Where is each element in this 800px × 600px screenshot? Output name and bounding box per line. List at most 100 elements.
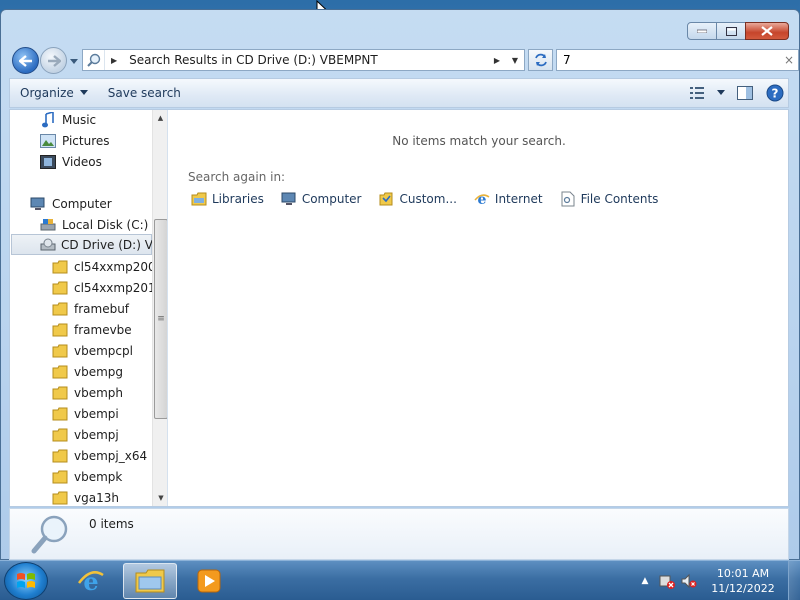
volume-muted-icon[interactable] bbox=[678, 571, 700, 591]
breadcrumb-arrow-icon[interactable]: ▶ bbox=[111, 56, 117, 65]
address-bar[interactable]: ▶ Search Results in CD Drive (D:) VBEMPN… bbox=[82, 49, 525, 71]
sidebar-item-framebuf[interactable]: framebuf bbox=[51, 298, 129, 319]
breadcrumb[interactable]: Search Results in CD Drive (D:) VBEMPNT bbox=[123, 53, 488, 67]
sidebar-item-vbempg[interactable]: vbempg bbox=[51, 361, 123, 382]
search-again-file-contents-label: File Contents bbox=[580, 192, 659, 206]
help-icon: ? bbox=[766, 84, 784, 102]
view-controls: ? bbox=[680, 79, 788, 107]
sidebar-item-vbempj-x64[interactable]: vbempj_x64 bbox=[51, 445, 147, 466]
search-again-custom[interactable]: Custom... bbox=[377, 191, 457, 207]
system-tray: ▲ 10:01 AM 11/12/2022 bbox=[634, 561, 800, 600]
folder-icon bbox=[51, 385, 69, 401]
clock-date: 11/12/2022 bbox=[711, 582, 775, 595]
close-button[interactable] bbox=[745, 22, 789, 40]
back-arrow-icon bbox=[18, 54, 32, 67]
start-button[interactable] bbox=[4, 562, 48, 600]
sidebar-item-videos[interactable]: Videos bbox=[39, 151, 102, 172]
maximize-icon bbox=[725, 26, 737, 36]
close-icon bbox=[761, 26, 773, 36]
scrollbar-thumb[interactable]: ≡ bbox=[154, 219, 167, 419]
sidebar-item-label: vbemph bbox=[74, 385, 124, 400]
sidebar-item-vbempj[interactable]: vbempj bbox=[51, 424, 119, 445]
sidebar-item-label: Computer bbox=[52, 196, 112, 211]
show-desktop-button[interactable] bbox=[788, 561, 800, 600]
search-again-file-contents[interactable]: File Contents bbox=[559, 191, 659, 207]
maximize-button[interactable] bbox=[716, 22, 746, 40]
navigation-scrollbar[interactable]: ▲ ≡ ▼ bbox=[152, 110, 167, 506]
pictures-icon bbox=[39, 133, 57, 149]
sidebar-item-label: vbempj_x64 bbox=[74, 448, 148, 463]
sidebar-item-local-disk[interactable]: Local Disk (C:) bbox=[39, 214, 148, 235]
libraries-icon bbox=[190, 191, 208, 207]
back-button[interactable] bbox=[12, 47, 39, 74]
search-magnifier-icon bbox=[31, 515, 68, 554]
breadcrumb-arrow-icon[interactable]: ▶ bbox=[494, 56, 500, 65]
taskbar-media-player[interactable] bbox=[182, 563, 236, 599]
search-again-libraries-label: Libraries bbox=[212, 192, 264, 206]
search-again-custom-label: Custom... bbox=[399, 192, 457, 206]
caption-buttons bbox=[687, 22, 789, 40]
refresh-button[interactable] bbox=[528, 49, 553, 71]
search-again-libraries[interactable]: Libraries bbox=[190, 191, 264, 207]
search-input[interactable] bbox=[563, 53, 780, 67]
sidebar-item-music[interactable]: Music bbox=[39, 110, 96, 130]
sidebar-item-vbempi[interactable]: vbempi bbox=[51, 403, 119, 424]
sidebar-item-label: framevbe bbox=[74, 322, 132, 337]
sidebar-item-label: vbempj bbox=[74, 427, 119, 442]
folder-icon bbox=[51, 343, 69, 359]
address-dropdown-icon[interactable]: ▼ bbox=[506, 56, 524, 65]
sidebar-item-cl54xxmp2015[interactable]: cl54xxmp2015 bbox=[51, 277, 163, 298]
folder-icon bbox=[51, 427, 69, 443]
search-results-icon bbox=[83, 50, 105, 70]
search-again-internet[interactable]: e Internet bbox=[473, 191, 543, 207]
taskbar-windows-explorer[interactable] bbox=[123, 563, 177, 599]
sidebar-item-framevbe[interactable]: framevbe bbox=[51, 319, 132, 340]
sidebar-item-vbemph[interactable]: vbemph bbox=[51, 382, 123, 403]
search-box[interactable]: × bbox=[556, 49, 799, 71]
sidebar-item-vbempcpl[interactable]: vbempcpl bbox=[51, 340, 133, 361]
file-contents-icon bbox=[559, 191, 577, 207]
sidebar-item-cl54xxmp2009[interactable]: cl54xxmp2009 bbox=[51, 256, 163, 277]
sidebar-item-vbempk[interactable]: vbempk bbox=[51, 466, 122, 487]
recent-pages-dropdown[interactable] bbox=[69, 56, 79, 66]
taskbar-internet-explorer[interactable]: e bbox=[64, 563, 118, 599]
change-view-button[interactable] bbox=[684, 82, 710, 104]
item-count: 0 items bbox=[89, 517, 134, 531]
minimize-icon bbox=[697, 29, 707, 33]
scroll-up-icon[interactable]: ▲ bbox=[153, 110, 167, 126]
results-pane: No items match your search. Search again… bbox=[170, 110, 788, 506]
action-center-icon[interactable] bbox=[656, 571, 678, 591]
sidebar-item-pictures[interactable]: Pictures bbox=[39, 130, 110, 151]
folder-icon bbox=[51, 322, 69, 338]
save-search-button[interactable]: Save search bbox=[98, 79, 191, 107]
sidebar-item-computer[interactable]: Computer bbox=[29, 193, 112, 214]
sidebar-item-label: cl54xxmp2015 bbox=[74, 280, 164, 295]
preview-pane-button[interactable] bbox=[732, 82, 758, 104]
show-hidden-icons-button[interactable]: ▲ bbox=[634, 571, 656, 591]
windows-logo-icon bbox=[17, 573, 35, 588]
media-player-icon bbox=[197, 569, 221, 593]
svg-text:?: ? bbox=[772, 87, 779, 101]
sidebar-item-cd-drive[interactable]: CD Drive (D:) VBEMPNT bbox=[11, 234, 167, 255]
sidebar-item-label: cl54xxmp2009 bbox=[74, 259, 164, 274]
forward-button[interactable] bbox=[40, 47, 67, 74]
minimize-button[interactable] bbox=[687, 22, 717, 40]
svg-text:e: e bbox=[477, 192, 486, 207]
sidebar-item-label: vbempi bbox=[74, 406, 119, 421]
search-again-options: Libraries Computer Custom... e Internet … bbox=[190, 191, 674, 207]
scroll-down-icon[interactable]: ▼ bbox=[153, 490, 167, 506]
command-bar: Organize Save search ? bbox=[9, 78, 789, 108]
clear-search-button[interactable]: × bbox=[780, 53, 798, 67]
empty-results-message: No items match your search. bbox=[392, 134, 566, 148]
windows-explorer-icon bbox=[135, 569, 165, 593]
taskbar: e ▲ 10:01 AM 11/12/2022 bbox=[0, 560, 800, 600]
sidebar-item-label: Music bbox=[62, 112, 97, 127]
search-again-computer[interactable]: Computer bbox=[280, 191, 361, 207]
clock[interactable]: 10:01 AM 11/12/2022 bbox=[700, 566, 786, 596]
organize-button[interactable]: Organize bbox=[10, 79, 98, 107]
view-options-dropdown[interactable] bbox=[714, 82, 728, 104]
refresh-icon bbox=[534, 53, 547, 67]
sidebar-item-vga13h[interactable]: vga13h bbox=[51, 487, 119, 506]
organize-label: Organize bbox=[20, 86, 74, 100]
help-button[interactable]: ? bbox=[762, 82, 788, 104]
